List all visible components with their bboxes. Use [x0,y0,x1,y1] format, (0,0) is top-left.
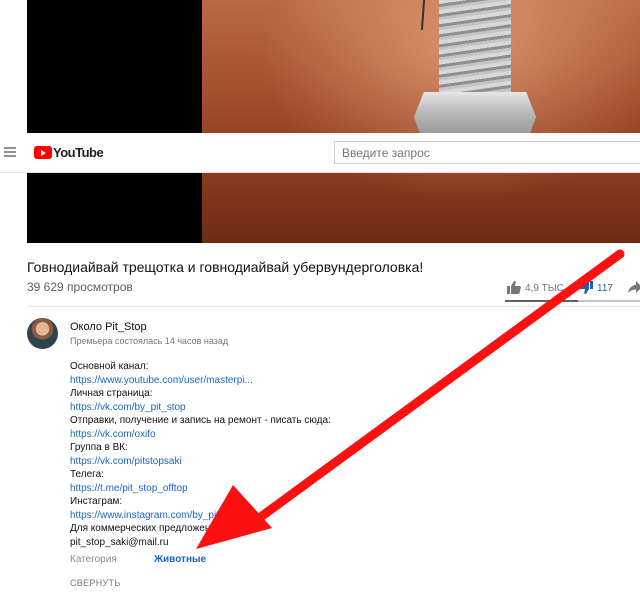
description-line: Группа в ВК: [70,442,128,453]
channel-name[interactable]: Около Pit_Stop [70,321,147,333]
description-link[interactable]: https://www.instagram.com/by_pit_stop/ [70,509,370,523]
video-bolt-shaft [439,0,511,96]
masthead: YouTube [0,133,640,173]
channel-avatar[interactable] [27,318,58,349]
category-link[interactable]: Животные [154,554,206,565]
like-count: 4,9 ТЫС. [525,283,567,294]
description-line: Для коммерческих предложений: [70,523,225,534]
view-count: 39 629 просмотров [27,280,133,294]
collapse-button[interactable]: СВЕРНУТЬ [70,578,121,588]
description-link[interactable]: https://vk.com/pitstopsaki [70,455,370,469]
thumb-down-icon [579,281,593,294]
category-label: Категория [70,554,117,565]
video-player[interactable] [27,0,640,243]
description-link[interactable]: https://vk.com/oxifo [70,428,370,442]
share-arrow-icon[interactable] [628,280,640,296]
divider [27,306,640,307]
video-title: Говнодиайвай трещотка и говнодиайвай убе… [27,259,424,275]
thumb-up-icon [507,281,521,294]
video-wire [420,0,426,31]
sentiment-bar-dislike [578,300,640,302]
description-line: Отправки, получение и запись на ремонт -… [70,415,331,426]
hamburger-icon[interactable] [4,147,16,157]
sentiment-bar [505,300,640,302]
premiere-date: Премьера состоялась 14 часов назад [70,336,229,346]
video-description: Основной канал: https://www.youtube.com/u… [70,360,370,549]
description-line: Основной канал: [70,361,149,372]
description-link[interactable]: https://t.me/pit_stop_offtop [70,482,370,496]
logo-text: YouTube [53,145,104,160]
description-line: Инстаграм: [70,496,123,507]
description-link[interactable]: https://www.youtube.com/user/masterpi... [70,374,370,388]
description-line: Личная страница: [70,388,153,399]
video-letterbox [27,0,202,243]
search-input[interactable] [334,141,640,164]
like-button[interactable]: 4,9 ТЫС. [507,281,567,297]
description-line: pit_stop_saki@mail.ru [70,536,169,548]
video-frame-image [202,0,640,243]
dislike-count: 117 [597,283,613,294]
play-logo-icon [34,146,52,159]
description-line: Телега: [70,469,104,480]
dislike-button[interactable]: 117 [579,281,613,297]
description-link[interactable]: https://vk.com/by_pit_stop [70,401,370,415]
